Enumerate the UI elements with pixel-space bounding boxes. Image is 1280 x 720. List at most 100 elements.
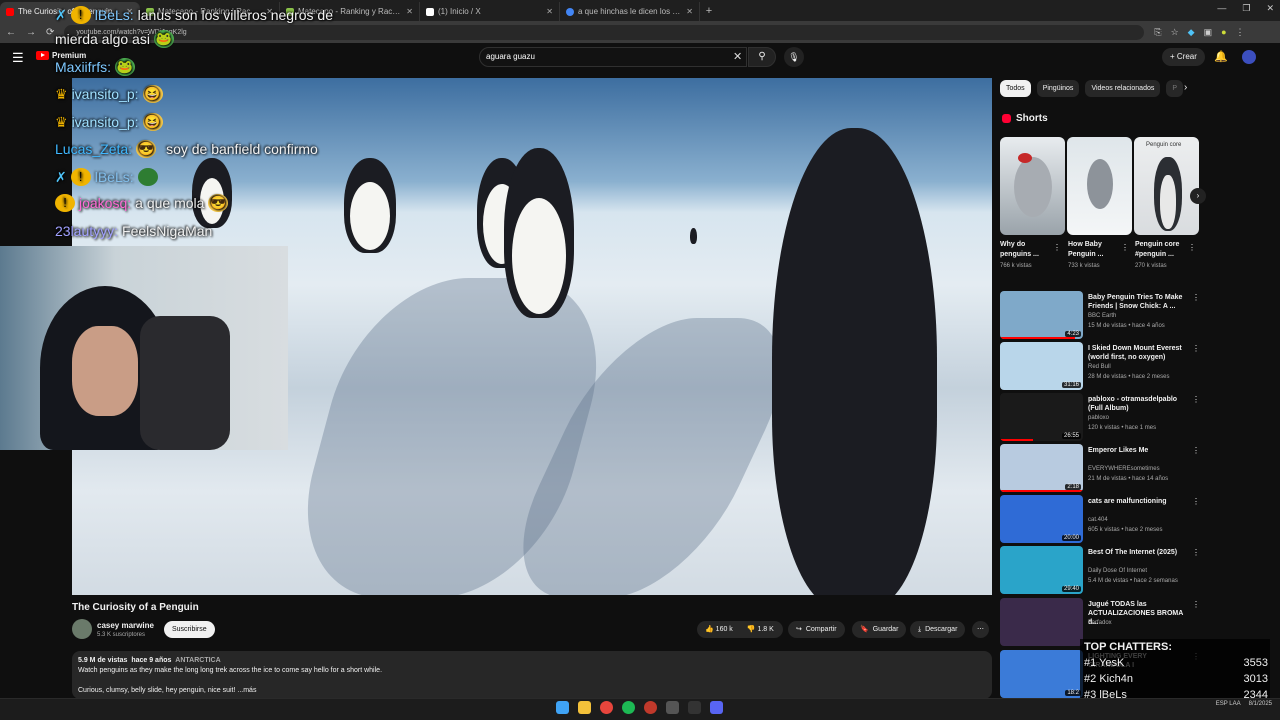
channel-name[interactable]: casey marwine <box>97 621 154 630</box>
recommendation-channel[interactable]: cat.404 <box>1088 517 1108 523</box>
chat-text: soy de banfield confirmo <box>166 141 318 157</box>
create-button[interactable]: + Crear <box>1162 48 1205 66</box>
language-indicator[interactable]: ESP LAA <box>1216 701 1241 707</box>
close-window-icon[interactable]: ✕ <box>1266 3 1274 14</box>
short-title[interactable]: Why do penguins ... <box>1000 240 1050 260</box>
short-thumbnail[interactable] <box>1000 137 1065 235</box>
install-icon[interactable]: ⎘ <box>1154 27 1161 38</box>
recommendation-menu-icon[interactable]: ⋮ <box>1192 446 1200 455</box>
browser-tab[interactable]: (1) Inicio / X ✕ <box>420 2 560 21</box>
file-explorer-icon[interactable] <box>578 701 591 714</box>
puzzle-icon[interactable]: ▣ <box>1204 27 1213 38</box>
recommendation-title[interactable]: Baby Penguin Tries To Make Friends | Sno… <box>1088 293 1188 311</box>
chip-todos[interactable]: Todos <box>1000 80 1031 97</box>
video-thumbnail[interactable]: 2:18 <box>1000 444 1083 492</box>
short-menu-icon[interactable]: ⋮ <box>1188 243 1196 252</box>
recommendation-channel[interactable]: BBC Earth <box>1088 313 1116 319</box>
recommendation-menu-icon[interactable]: ⋮ <box>1192 497 1200 506</box>
description-box[interactable]: 5.9 M de vistas hace 9 años ANTARCTICA W… <box>72 651 992 699</box>
recommendation-item[interactable]: 20:00 cats are malfunctioning cat.404 605 k… <box>1000 495 1200 543</box>
recommendation-menu-icon[interactable]: ⋮ <box>1192 548 1200 557</box>
short-menu-icon[interactable]: ⋮ <box>1053 243 1061 252</box>
discord-icon[interactable] <box>710 701 723 714</box>
close-tab-icon[interactable]: ✕ <box>546 7 553 16</box>
video-thumbnail[interactable]: 29:40 <box>1000 546 1083 594</box>
recommendation-item[interactable]: 4:23 Baby Penguin Tries To Make Friends |… <box>1000 291 1200 339</box>
bookmark-star-icon[interactable]: ☆ <box>1171 27 1179 38</box>
spotify-icon[interactable] <box>622 701 635 714</box>
video-thumbnail[interactable]: 26:55 <box>1000 393 1083 441</box>
clear-search-icon[interactable]: ✕ <box>733 50 742 63</box>
like-button[interactable]: 👍 160 k <box>705 621 733 638</box>
back-icon[interactable]: ← <box>6 27 16 38</box>
bookmark-icon: 🔖 <box>860 626 869 633</box>
short-menu-icon[interactable]: ⋮ <box>1121 243 1129 252</box>
reload-icon[interactable]: ⟳ <box>46 27 54 38</box>
more-actions-icon[interactable]: ⋯ <box>972 621 989 638</box>
close-tab-icon[interactable]: ✕ <box>406 7 413 16</box>
save-button[interactable]: 🔖 Guardar <box>852 621 907 638</box>
windows-start-icon[interactable] <box>556 701 569 714</box>
video-thumbnail[interactable]: 31:16 <box>1000 342 1083 390</box>
minimize-icon[interactable]: — <box>1217 3 1226 14</box>
channel-avatar[interactable] <box>72 619 92 639</box>
extension-icon[interactable]: ◆ <box>1188 27 1195 38</box>
browser-tab[interactable]: a que hinchas le dicen los ping...✕ <box>560 2 700 21</box>
hamburger-menu-icon[interactable]: ☰ <box>12 50 24 66</box>
download-button[interactable]: ⤓ Descargar <box>910 621 966 638</box>
recommendation-channel[interactable]: Red Bull <box>1088 364 1111 370</box>
browser-menu-icon[interactable]: ⋮ <box>1236 27 1245 38</box>
subscribe-button[interactable]: Suscribirse <box>164 621 215 638</box>
recommendation-menu-icon[interactable]: ⋮ <box>1192 600 1200 609</box>
shorts-next-button[interactable]: › <box>1190 188 1206 204</box>
search-button[interactable]: ⚲ <box>748 47 776 67</box>
recommendation-title[interactable]: Best Of The Internet (2025) <box>1088 548 1188 557</box>
recommendation-title[interactable]: cats are malfunctioning <box>1088 497 1188 506</box>
search-input[interactable]: aguara guazu <box>479 47 747 67</box>
recommendation-channel[interactable]: Daily Dose Of Internet <box>1088 568 1147 574</box>
notifications-bell-icon[interactable]: 🔔 <box>1214 50 1228 63</box>
obs-icon[interactable] <box>666 701 679 714</box>
app-icon[interactable] <box>644 701 657 714</box>
short-title[interactable]: Penguin core #penguin ... <box>1135 240 1185 260</box>
recommendation-menu-icon[interactable]: ⋮ <box>1192 395 1200 404</box>
chip-pinguinos[interactable]: Pingüinos <box>1036 80 1080 97</box>
short-thumbnail[interactable]: Penguin core <box>1134 137 1199 235</box>
recommendation-title[interactable]: I Skied Down Mount Everest (world first,… <box>1088 344 1188 362</box>
video-thumbnail[interactable]: 18:2 <box>1000 650 1083 698</box>
recommendation-item[interactable]: 29:40 Best Of The Internet (2025) Daily Do… <box>1000 546 1200 594</box>
profile-icon[interactable]: ● <box>1221 27 1226 38</box>
maximize-icon[interactable]: ❐ <box>1242 3 1250 14</box>
recommendation-menu-icon[interactable]: ⋮ <box>1192 344 1200 353</box>
chevron-right-icon[interactable]: › <box>1184 82 1187 93</box>
short-thumbnail[interactable] <box>1067 137 1132 235</box>
share-button[interactable]: ↪ Compartir <box>788 621 845 638</box>
close-tab-icon[interactable]: ✕ <box>686 7 693 16</box>
voice-search-button[interactable]: 🎙 <box>784 47 804 67</box>
video-thumbnail[interactable]: 4:23 <box>1000 291 1083 339</box>
recommendation-channel[interactable]: Farfadox <box>1088 620 1112 626</box>
recommendation-item[interactable]: 26:55 pabloxo - otramasdelpablo (Full Alb… <box>1000 393 1200 441</box>
new-tab-button[interactable]: + <box>700 2 718 21</box>
penguin-figure <box>690 228 697 244</box>
short-title[interactable]: How Baby Penguin ... <box>1068 240 1118 260</box>
chrome-icon[interactable] <box>600 701 613 714</box>
recommendation-title[interactable]: pabloxo - otramasdelpablo (Full Album) <box>1088 395 1188 413</box>
chip-more[interactable]: P <box>1166 80 1184 97</box>
recommendation-item[interactable]: 31:16 I Skied Down Mount Everest (world f… <box>1000 342 1200 390</box>
hashtag[interactable]: ANTARCTICA <box>175 657 220 664</box>
forward-icon[interactable]: → <box>26 27 36 38</box>
recommendation-channel[interactable]: pabloxo <box>1088 415 1109 421</box>
account-avatar[interactable] <box>1242 50 1256 64</box>
recommendation-item[interactable]: 2:18 Emperor Likes Me EVERYWHEREsometimes 2… <box>1000 444 1200 492</box>
video-thumbnail[interactable] <box>1000 598 1083 646</box>
recommendation-menu-icon[interactable]: ⋮ <box>1192 293 1200 302</box>
recommendation-title[interactable]: Emperor Likes Me <box>1088 446 1188 455</box>
video-thumbnail[interactable]: 20:00 <box>1000 495 1083 543</box>
dislike-button[interactable]: 👎 1.8 K <box>747 621 774 638</box>
app-icon[interactable] <box>688 701 701 714</box>
like-count: 160 k <box>715 626 733 633</box>
clock-date[interactable]: 8/1/2025 <box>1249 701 1272 707</box>
recommendation-channel[interactable]: EVERYWHEREsometimes <box>1088 466 1160 472</box>
chip-related[interactable]: Videos relacionados <box>1085 80 1161 97</box>
